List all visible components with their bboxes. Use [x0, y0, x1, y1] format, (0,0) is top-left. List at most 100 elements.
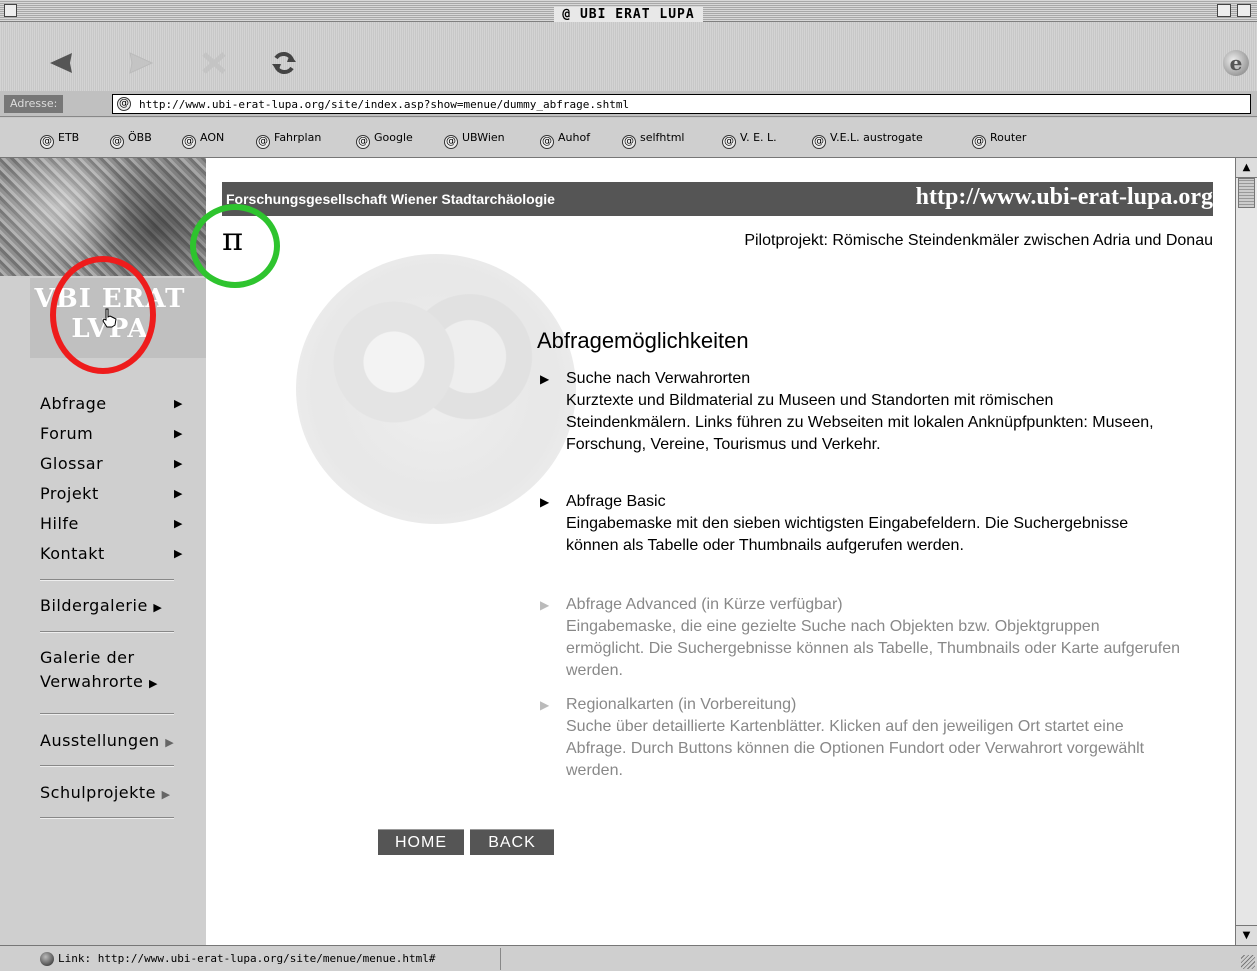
status-bar: Link: http://www.ubi-erat-lupa.org/site/…	[0, 945, 1257, 971]
favorite-selfhtml[interactable]: @ selfhtml	[622, 131, 684, 149]
chevron-right-icon: ▶	[174, 547, 183, 560]
entry-abfrage-advanced: ▶ Abfrage Advanced (in Kürze verfügbar) E…	[540, 594, 1180, 682]
browser-toolbar: e	[0, 22, 1257, 92]
address-input[interactable]: @ http://www.ubi-erat-lupa.org/site/inde…	[112, 94, 1251, 114]
entry-description: Kurztexte und Bildmaterial zu Museen und…	[566, 392, 1154, 453]
bullet-icon: ▶	[540, 372, 550, 386]
forward-arrow-icon[interactable]	[124, 50, 156, 76]
at-icon: @	[722, 135, 736, 149]
faded-relief-image	[296, 254, 576, 524]
ie-logo-icon: e	[1223, 50, 1249, 76]
favorite-ubwien[interactable]: @ UBWien	[444, 131, 505, 149]
favorites-bar: @ ETB @ ÖBB @ AON @ Fahrplan @ Google @ UBWien…	[0, 118, 1257, 158]
window-zoom-box[interactable]	[1217, 4, 1231, 17]
at-icon: @	[622, 135, 636, 149]
galerie-line-2: Verwahrorte	[40, 672, 144, 691]
entry-heading[interactable]: Abfrage Basic	[566, 491, 1180, 513]
chevron-right-icon: ▶	[174, 427, 183, 440]
entry-regionalkarten: ▶ Regionalkarten (in Vorbereitung) Suche …	[540, 694, 1180, 782]
header-organization: Forschungsgesellschaft Wiener Stadtarchä…	[226, 191, 555, 207]
menu-item-hilfe[interactable]: Hilfe ▶	[40, 514, 182, 533]
menu-divider	[40, 713, 174, 715]
favorite-fahrplan[interactable]: @ Fahrplan	[256, 131, 321, 149]
stop-x-icon[interactable]	[198, 50, 230, 76]
menu-item-bildergalerie[interactable]: Bildergalerie ▶	[40, 596, 162, 615]
chevron-right-icon: ▶	[165, 736, 175, 749]
chevron-right-icon: ▶	[174, 517, 183, 530]
bullet-icon: ▶	[540, 495, 550, 509]
back-arrow-icon[interactable]	[46, 50, 78, 76]
favorite-auhof[interactable]: @ Auhof	[540, 131, 590, 149]
menu-item-projekt[interactable]: Projekt ▶	[40, 484, 182, 503]
green-annotation-circle	[190, 204, 280, 288]
entry-description: Suche über detaillierte Kartenblätter. K…	[566, 718, 1145, 779]
menu-item-ausstellungen[interactable]: Ausstellungen ▶	[40, 731, 174, 750]
entry-suche-verwahrorte[interactable]: ▶ Suche nach Verwahrorten Kurztexte und B…	[540, 368, 1180, 456]
bullet-icon: ▶	[540, 698, 550, 712]
menu-divider	[40, 765, 174, 767]
menu-item-schulprojekte[interactable]: Schulprojekte ▶	[40, 783, 171, 802]
back-button[interactable]: BACK	[470, 829, 554, 855]
at-icon: @	[182, 135, 196, 149]
galerie-line-1: Galerie der	[40, 648, 135, 667]
favorite-etb[interactable]: @ ETB	[40, 131, 79, 149]
menu-divider	[40, 817, 174, 819]
globe-icon	[40, 952, 54, 966]
menu-item-galerie-verwahrorte[interactable]: Galerie der Verwahrorte ▶	[40, 648, 158, 691]
chevron-right-icon: ▶	[174, 487, 183, 500]
entry-heading: Abfrage Advanced (in Kürze verfügbar)	[566, 596, 843, 613]
page-content: VBI ERAT LVPA Abfrage ▶ Forum ▶ Glossar ▶ P…	[0, 158, 1235, 945]
chevron-right-icon: ▶	[174, 397, 183, 410]
favorite-vel-austrogate[interactable]: @ V.E.L. austrogate	[812, 131, 923, 149]
favorite-vel[interactable]: @ V. E. L.	[722, 131, 777, 149]
at-icon: @	[972, 135, 986, 149]
entry-heading[interactable]: Suche nach Verwahrorten	[566, 368, 1180, 390]
window-collapse-box[interactable]	[1237, 4, 1251, 17]
page-favicon-icon: @	[117, 97, 131, 111]
window-title: @ UBI ERAT LUPA	[0, 3, 1257, 22]
at-icon: @	[540, 135, 554, 149]
entry-description: Eingabemaske, die eine gezielte Suche na…	[566, 618, 1180, 679]
at-icon: @	[40, 135, 54, 149]
at-icon: @	[356, 135, 370, 149]
menu-divider	[40, 631, 174, 633]
menu-item-forum[interactable]: Forum ▶	[40, 424, 182, 443]
address-label: Adresse:	[4, 95, 64, 113]
scroll-down-arrow-icon[interactable]: ▼	[1236, 925, 1257, 945]
menu-item-abfrage[interactable]: Abfrage ▶	[40, 394, 182, 413]
favorite-router[interactable]: @ Router	[972, 131, 1026, 149]
chevron-right-icon: ▶	[174, 457, 183, 470]
chevron-right-icon: ▶	[153, 601, 163, 614]
chevron-right-icon: ▶	[148, 677, 158, 690]
menu-item-glossar[interactable]: Glossar ▶	[40, 454, 182, 473]
header-url[interactable]: http://www.ubi-erat-lupa.org	[916, 184, 1213, 211]
favorite-oebb[interactable]: @ ÖBB	[110, 131, 152, 149]
entry-heading: Regionalkarten (in Vorbereitung)	[566, 696, 797, 713]
menu-divider	[40, 579, 174, 581]
entry-description: Eingabemaske mit den sieben wichtigsten …	[566, 515, 1129, 554]
favorite-aon[interactable]: @ AON	[182, 131, 224, 149]
scroll-up-arrow-icon[interactable]: ▲	[1236, 158, 1257, 178]
favorite-google[interactable]: @ Google	[356, 131, 413, 149]
page-title: Abfragemöglichkeiten	[537, 328, 749, 353]
at-icon: @	[812, 135, 826, 149]
address-url: http://www.ubi-erat-lupa.org/site/index.…	[139, 98, 630, 111]
vertical-scrollbar[interactable]: ▲ ▼	[1235, 158, 1257, 945]
at-icon: @	[256, 135, 270, 149]
chevron-right-icon: ▶	[161, 788, 171, 801]
menu-item-kontakt[interactable]: Kontakt ▶	[40, 544, 182, 563]
at-icon: @	[444, 135, 458, 149]
scroll-thumb[interactable]	[1238, 178, 1255, 208]
bullet-icon: ▶	[540, 598, 550, 612]
address-bar: Adresse: @ http://www.ubi-erat-lupa.org/…	[0, 91, 1257, 117]
resize-grip-icon[interactable]	[1241, 955, 1255, 969]
status-text: Link: http://www.ubi-erat-lupa.org/site/…	[58, 952, 436, 965]
at-icon: @	[110, 135, 124, 149]
hand-cursor-icon	[102, 308, 117, 328]
refresh-icon[interactable]	[268, 50, 300, 76]
status-divider	[500, 948, 501, 970]
page-subtitle: Pilotprojekt: Römische Steindenkmäler zw…	[744, 232, 1213, 249]
window-titlebar[interactable]: @ UBI ERAT LUPA	[0, 0, 1257, 22]
entry-abfrage-basic[interactable]: ▶ Abfrage Basic Eingabemaske mit den sieb…	[540, 491, 1180, 557]
home-button[interactable]: HOME	[378, 829, 464, 855]
